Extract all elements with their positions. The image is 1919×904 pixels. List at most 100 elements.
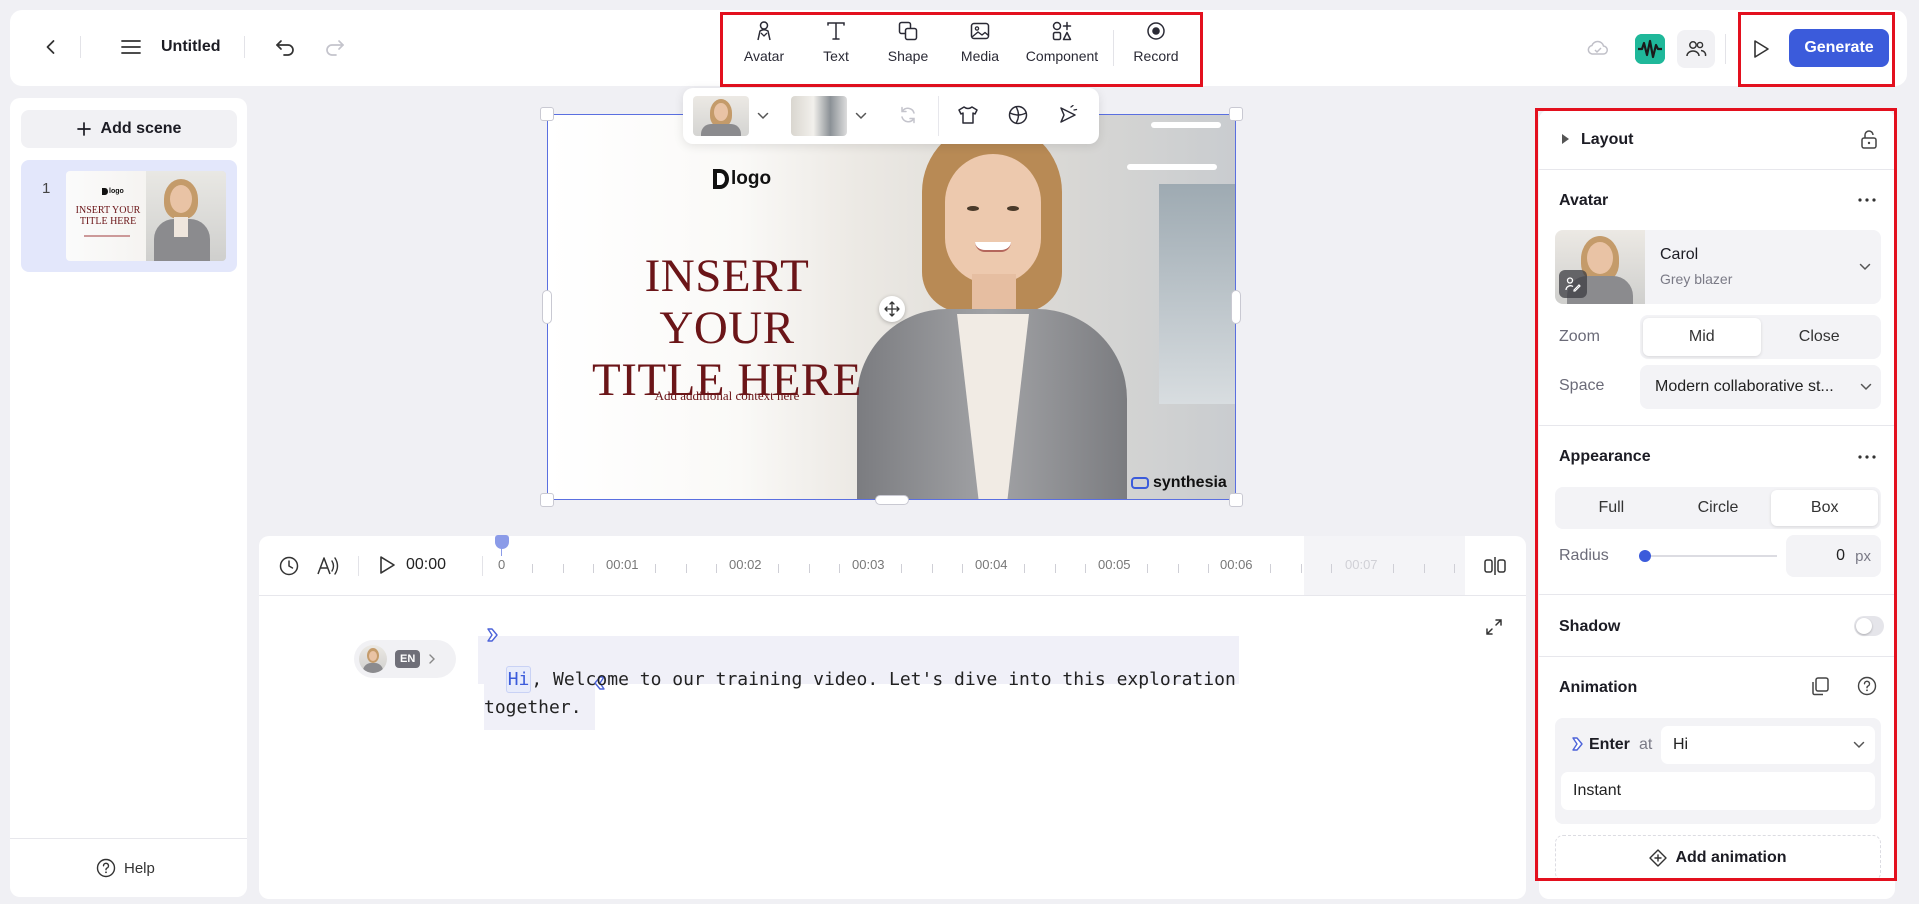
collaborators-button[interactable] <box>1677 30 1715 68</box>
edit-avatar-button[interactable] <box>1559 270 1587 298</box>
style-button[interactable] <box>1005 102 1031 128</box>
ruler-tick <box>532 564 533 573</box>
help-icon[interactable] <box>1857 676 1877 696</box>
add-animation-button[interactable]: Add animation <box>1555 835 1881 881</box>
avatar-selector[interactable]: Carol Grey blazer <box>1555 230 1881 304</box>
script-line[interactable]: Hi, Welcome to our training video. Let's… <box>484 648 1236 693</box>
avatar-picker[interactable] <box>691 94 783 138</box>
add-scene-button[interactable]: Add scene <box>21 110 237 148</box>
thumb-subtitle-line <box>84 235 130 237</box>
tool-component[interactable]: Component <box>1024 14 1100 70</box>
layout-row[interactable]: Layout <box>1539 118 1895 162</box>
ruler-label: 00:02 <box>729 557 762 572</box>
expand-button[interactable] <box>1484 617 1504 637</box>
scene-card[interactable]: 1 logo INSERT YOUR TITLE HERE <box>21 160 237 272</box>
background-picker-thumb <box>791 96 847 136</box>
tool-label: Component <box>1025 48 1099 64</box>
divider <box>1113 30 1114 66</box>
radius-label: Radius <box>1559 547 1609 564</box>
swap-button[interactable] <box>895 102 921 128</box>
more-icon[interactable] <box>1858 198 1876 202</box>
enter-trigger-value: Hi <box>1673 736 1689 753</box>
back-button[interactable] <box>38 34 64 60</box>
ruler-tick <box>655 564 656 573</box>
gesture-button[interactable] <box>1055 102 1081 128</box>
resize-handle[interactable] <box>1231 290 1241 324</box>
redo-button[interactable] <box>322 34 348 60</box>
divider <box>259 595 1526 596</box>
help-button[interactable]: Help <box>96 858 155 878</box>
expand-icon <box>1486 619 1502 635</box>
thumb-logo: logo <box>102 188 124 195</box>
enter-marker-icon <box>1572 737 1583 751</box>
more-icon[interactable] <box>1858 455 1876 459</box>
cloud-sync-button[interactable] <box>1585 36 1611 60</box>
resize-handle[interactable] <box>542 290 552 324</box>
move-handle[interactable] <box>879 296 905 322</box>
hamburger-icon <box>121 40 141 54</box>
undo-icon <box>276 40 294 56</box>
divider <box>482 556 483 576</box>
ruler-tick <box>1024 564 1025 573</box>
tool-record[interactable]: Record <box>1120 14 1192 70</box>
appearance-option-full[interactable]: Full <box>1558 490 1665 526</box>
playhead[interactable] <box>495 535 509 549</box>
space-label: Space <box>1559 377 1605 394</box>
zoom-option-close[interactable]: Close <box>1761 318 1879 356</box>
divider <box>244 36 245 58</box>
background-picker[interactable] <box>789 94 881 138</box>
timeline-play-button[interactable]: 00:00 <box>378 555 446 575</box>
menu-button[interactable] <box>118 34 144 60</box>
project-title[interactable]: Untitled <box>161 38 221 56</box>
animation-marker[interactable] <box>486 628 498 642</box>
appearance-option-box[interactable]: Box <box>1771 490 1879 526</box>
resize-handle[interactable] <box>1229 107 1243 121</box>
chevron-right-icon <box>429 654 436 664</box>
enter-style-select[interactable]: Instant <box>1561 772 1875 810</box>
resize-handle[interactable] <box>1229 493 1243 507</box>
avatar-icon <box>757 21 771 41</box>
generate-button[interactable]: Generate <box>1789 29 1889 67</box>
script-text: , Welcome to our training video. Let's d… <box>531 669 1236 690</box>
divider <box>938 96 939 136</box>
speaker-chip[interactable]: EN <box>354 640 456 678</box>
preview-play-button[interactable] <box>1748 34 1774 64</box>
outfit-button[interactable] <box>955 102 981 128</box>
ruler-tick <box>1301 564 1302 573</box>
ruler-tick <box>1147 564 1148 573</box>
tool-text[interactable]: Text <box>800 14 872 70</box>
tool-media[interactable]: Media <box>944 14 1016 70</box>
clock-button[interactable] <box>278 555 300 577</box>
resize-handle[interactable] <box>875 495 909 505</box>
undo-button[interactable] <box>272 34 298 60</box>
ruler-tick <box>686 564 687 573</box>
scene-number: 1 <box>42 180 51 197</box>
play-icon <box>380 556 395 574</box>
ruler-tick <box>962 564 963 573</box>
script-line[interactable]: together. <box>484 697 582 718</box>
unlock-icon[interactable] <box>1860 129 1878 149</box>
workspace-avatar[interactable] <box>1635 34 1665 64</box>
resize-handle[interactable] <box>540 107 554 121</box>
animation-section-title: Animation <box>1559 679 1638 696</box>
ruler-tick <box>778 564 779 573</box>
tool-shape[interactable]: Shape <box>872 14 944 70</box>
divider <box>1539 169 1895 170</box>
ruler-label: 00:07 <box>1345 557 1378 572</box>
appearance-option-circle[interactable]: Circle <box>1665 490 1772 526</box>
copy-icon[interactable] <box>1810 676 1830 696</box>
voice-button[interactable] <box>316 555 340 577</box>
properties-panel: Layout Avatar Carol Grey blazer Zoom Mid… <box>1539 110 1895 899</box>
shadow-toggle[interactable] <box>1854 616 1884 636</box>
thumb-logo-text: logo <box>109 188 124 195</box>
resize-handle[interactable] <box>540 493 554 507</box>
radius-slider-track[interactable] <box>1645 555 1777 557</box>
split-view-button[interactable] <box>1483 554 1507 578</box>
zoom-option-mid[interactable]: Mid <box>1643 318 1761 356</box>
space-select[interactable]: Modern collaborative st... <box>1640 365 1881 409</box>
radius-slider-thumb[interactable] <box>1639 550 1651 562</box>
radius-input[interactable]: 0 px <box>1786 535 1881 577</box>
tool-avatar[interactable]: Avatar <box>728 14 800 70</box>
enter-trigger-select[interactable]: Hi <box>1661 726 1875 764</box>
generate-label: Generate <box>1804 39 1874 56</box>
